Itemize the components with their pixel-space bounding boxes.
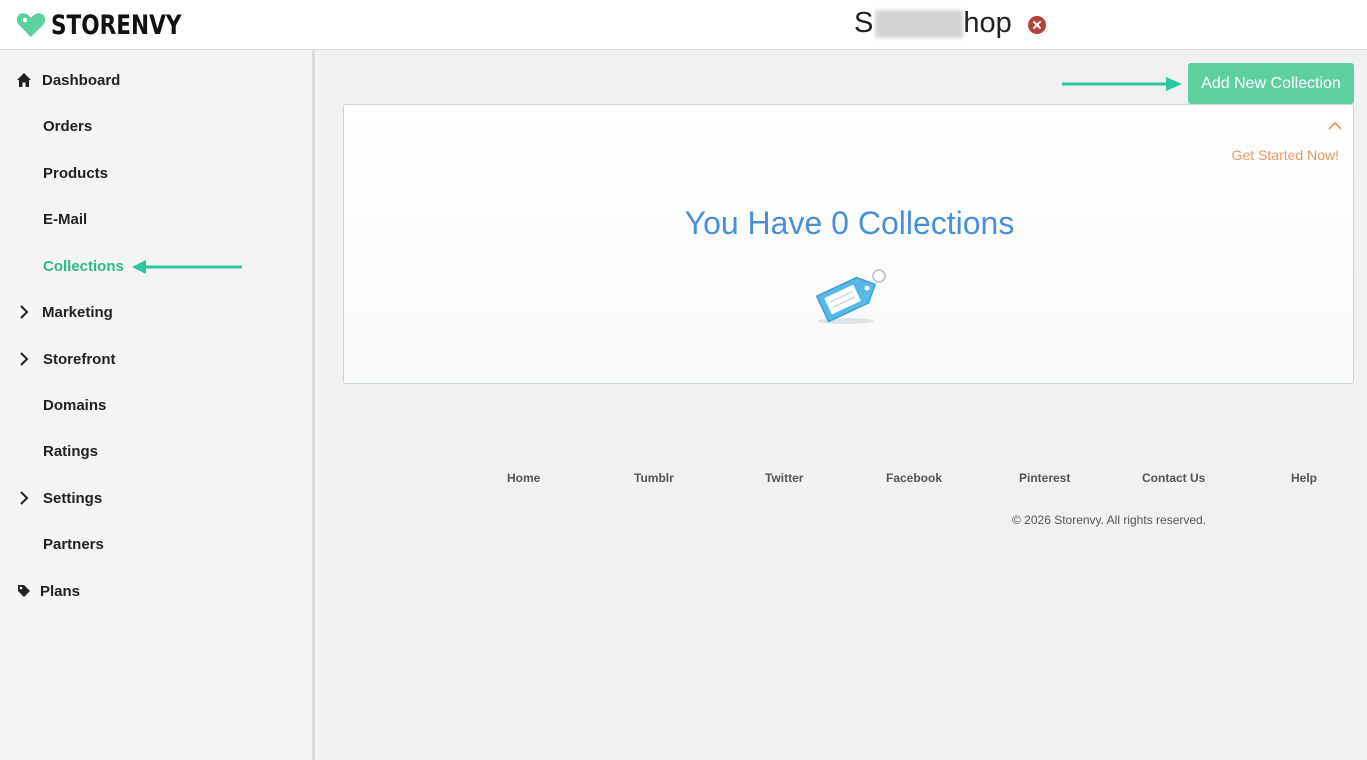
tag-icon: [16, 583, 32, 599]
sidebar-item-products[interactable]: Products: [0, 158, 312, 188]
sidebar: Dashboard Orders Products E-Mail Collect…: [0, 50, 315, 760]
heart-tag-logo-icon: [16, 13, 46, 38]
sidebar-item-orders[interactable]: Orders: [0, 111, 312, 141]
sidebar-item-label: Partners: [43, 535, 104, 553]
logo-text: STORENVY: [51, 9, 182, 41]
footer-link-home[interactable]: Home: [507, 471, 540, 485]
sidebar-item-label: Collections: [43, 257, 124, 275]
chevron-right-icon: [16, 304, 32, 320]
sidebar-item-label: Dashboard: [42, 71, 121, 89]
x-icon: [1033, 21, 1041, 29]
footer-link-contact-us[interactable]: Contact Us: [1142, 471, 1205, 485]
footer-link-pinterest[interactable]: Pinterest: [1019, 471, 1070, 485]
sidebar-item-label: E-Mail: [43, 210, 88, 228]
add-new-collection-button[interactable]: Add New Collection: [1188, 63, 1354, 104]
sidebar-item-label: Products: [43, 164, 109, 182]
footer-link-facebook[interactable]: Facebook: [886, 471, 942, 485]
copyright-text: © 2026 Storenvy. All rights reserved.: [1012, 513, 1207, 527]
sidebar-item-label: Storefront: [43, 350, 116, 368]
sidebar-item-marketing[interactable]: Marketing: [0, 297, 312, 327]
get-started-link[interactable]: Get Started Now!: [1232, 147, 1339, 163]
footer-link-tumblr[interactable]: Tumblr: [634, 471, 674, 485]
top-header: STORENVY Shop: [0, 0, 1367, 50]
footer-link-help[interactable]: Help: [1291, 471, 1317, 485]
shop-title-start: S: [854, 7, 874, 39]
storenvy-logo[interactable]: STORENVY: [16, 9, 214, 41]
close-shop-icon[interactable]: [1028, 16, 1046, 34]
sidebar-item-email[interactable]: E-Mail: [0, 204, 312, 234]
chevron-right-icon: [16, 351, 32, 367]
empty-collections-title: You Have 0 Collections: [684, 205, 1015, 241]
sidebar-item-label: Ratings: [43, 442, 99, 460]
footer-link-twitter[interactable]: Twitter: [765, 471, 803, 485]
annotation-arrow-right: [1062, 77, 1182, 91]
sidebar-item-dashboard[interactable]: Dashboard: [0, 65, 312, 95]
sidebar-item-ratings[interactable]: Ratings: [0, 436, 312, 466]
sidebar-item-plans[interactable]: Plans: [0, 576, 312, 606]
shop-title-end: hop: [963, 7, 1012, 39]
shop-title: Shop: [854, 7, 1012, 40]
sidebar-item-settings[interactable]: Settings: [0, 483, 312, 513]
collections-panel: Get Started Now! You Have 0 Collections: [343, 104, 1354, 384]
sidebar-item-label: Orders: [43, 117, 93, 135]
sidebar-item-label: Settings: [43, 489, 103, 507]
sidebar-item-label: Marketing: [42, 303, 113, 321]
sidebar-item-label: Plans: [40, 582, 81, 600]
sidebar-item-label: Domains: [43, 396, 107, 414]
sidebar-item-storefront[interactable]: Storefront: [0, 344, 312, 374]
collapse-chevron-up-icon[interactable]: [1327, 119, 1343, 131]
chevron-right-icon: [16, 490, 32, 506]
collection-tag-illustration-icon: [815, 269, 886, 324]
sidebar-item-domains[interactable]: Domains: [0, 390, 312, 420]
sidebar-item-partners[interactable]: Partners: [0, 529, 312, 559]
home-icon: [16, 72, 32, 88]
redacted-shop-name: [875, 9, 964, 38]
annotation-arrow-left: [132, 260, 242, 274]
